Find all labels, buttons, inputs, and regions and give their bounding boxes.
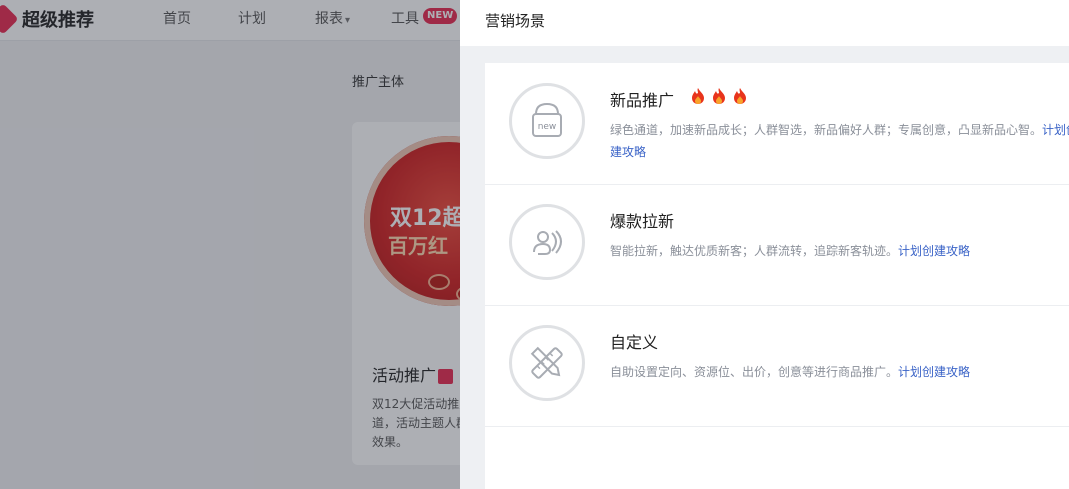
- flame-icon: [713, 88, 726, 104]
- plan-guide-link[interactable]: 计划创建攻略: [898, 244, 970, 258]
- scene-list: new 新品推广 绿色通道，加速新品成长；人群智选，新品偏好人群；专属创意，凸显…: [485, 63, 1069, 489]
- hot-rating: [691, 87, 749, 106]
- scene-name: 爆款拉新: [610, 212, 675, 231]
- drawer-header: 营销场景: [460, 0, 1069, 46]
- modal-overlay[interactable]: [0, 0, 460, 489]
- marketing-scene-drawer: 营销场景 new 新品推广 绿色通道，加速新品成长；人群智选，新品偏好人群；专属…: [460, 0, 1069, 489]
- scene-description: 绿色通道，加速新品成长；人群智选，新品偏好人群；专属创意，凸显新品心智。计划创建…: [610, 119, 1069, 163]
- scene-item-hot-acquisition[interactable]: 爆款拉新 智能拉新，触达优质新客；人群流转，追踪新客轨迹。计划创建攻略: [485, 184, 1069, 306]
- scene-description: 自助设置定向、资源位、出价，创意等进行商品推广。计划创建攻略: [610, 365, 971, 379]
- shopping-bag-new-icon: new: [509, 83, 585, 159]
- scene-item-custom[interactable]: 自定义 自助设置定向、资源位、出价，创意等进行商品推广。计划创建攻略: [485, 305, 1069, 427]
- scene-name: 自定义: [610, 333, 659, 352]
- people-pull-icon: [509, 204, 585, 280]
- scene-description: 智能拉新，触达优质新客；人群流转，追踪新客轨迹。计划创建攻略: [610, 244, 971, 258]
- scene-item-new-product[interactable]: new 新品推广 绿色通道，加速新品成长；人群智选，新品偏好人群；专属创意，凸显…: [485, 63, 1069, 185]
- scene-name: 新品推广: [610, 91, 675, 110]
- drawer-title: 营销场景: [485, 12, 546, 30]
- plan-guide-link[interactable]: 计划创建攻略: [898, 365, 970, 379]
- svg-text:new: new: [538, 122, 557, 132]
- pencil-ruler-icon: [509, 325, 585, 401]
- flame-icon: [692, 88, 704, 104]
- flame-icon: [734, 88, 747, 104]
